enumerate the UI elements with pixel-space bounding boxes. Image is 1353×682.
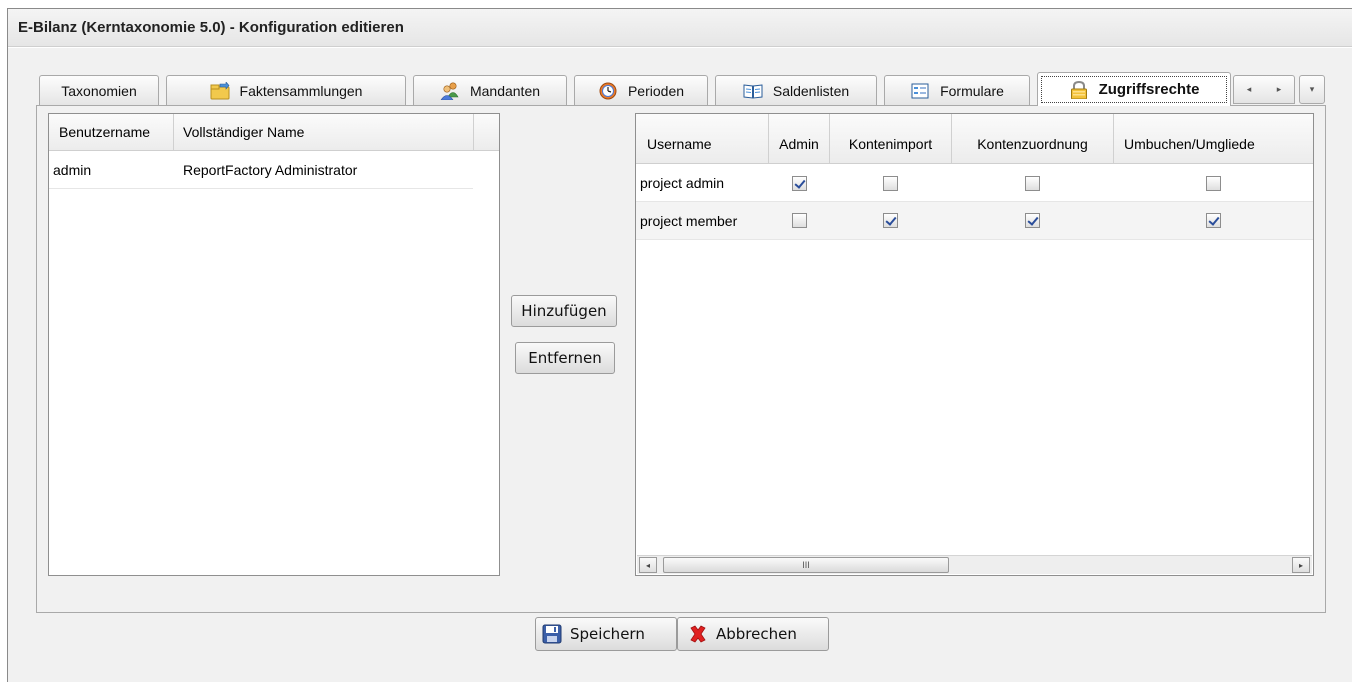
save-icon: [542, 624, 564, 644]
tab-label: Perioden: [627, 83, 685, 99]
folder-export-icon: [210, 81, 230, 100]
checkbox-kontenzuordnung[interactable]: [1025, 213, 1040, 228]
config-tabpanel: Taxonomien Faktensammlungen Mandanten Pe…: [36, 68, 1326, 613]
tab-scroll-left-icon[interactable]: ◂: [1247, 84, 1252, 95]
close-icon: [688, 624, 708, 644]
tab-scroll-right-icon[interactable]: ▸: [1277, 84, 1282, 95]
tab-faktensammlungen[interactable]: Faktensammlungen: [166, 75, 406, 106]
tab-mandanten[interactable]: Mandanten: [413, 75, 567, 106]
checkbox-kontenzuordnung[interactable]: [1025, 175, 1040, 191]
tab-taxonomien[interactable]: Taxonomien: [39, 75, 159, 106]
tab-saldenlisten[interactable]: Saldenlisten: [715, 75, 877, 106]
form-icon: [910, 82, 930, 100]
dialog-titlebar[interactable]: E-Bilanz (Kerntaxonomie 5.0) - Konfigura…: [8, 9, 1352, 47]
tab-label: Taxonomien: [61, 83, 137, 99]
column-header-vollstaendiger-name[interactable]: Vollständiger Name: [174, 114, 474, 150]
scrollbar-thumb[interactable]: III: [663, 557, 949, 573]
table-row[interactable]: project admin: [636, 165, 1313, 202]
tab-label: Saldenlisten: [772, 83, 850, 99]
remove-button[interactable]: Entfernen: [515, 342, 615, 374]
column-header-username[interactable]: Username: [636, 114, 769, 163]
checkbox-admin[interactable]: [792, 175, 807, 191]
table-row[interactable]: admin ReportFactory Administrator: [49, 151, 473, 189]
cancel-button[interactable]: Abbrechen: [677, 617, 829, 651]
column-header-umbuchen[interactable]: Umbuchen/Umgliede: [1114, 114, 1291, 163]
chevron-down-icon: ▾: [1309, 84, 1315, 94]
cell-username: project member: [640, 212, 738, 229]
checkbox-kontenimport[interactable]: [883, 213, 898, 228]
scroll-right-icon[interactable]: ▸: [1292, 557, 1310, 573]
checkbox-admin[interactable]: [792, 213, 807, 228]
users-grid-header: Benutzername Vollständiger Name: [49, 114, 499, 151]
horizontal-scrollbar[interactable]: ◂ III ▸: [637, 555, 1312, 574]
cell-username: project admin: [640, 175, 725, 191]
rights-grid-header: Username Admin Kontenimport Kontenzuordn…: [636, 114, 1313, 164]
checkbox-kontenimport[interactable]: [883, 175, 898, 191]
scroll-left-icon[interactable]: ◂: [639, 557, 657, 573]
column-header-kontenzuordnung[interactable]: Kontenzuordnung: [952, 114, 1114, 163]
users-icon: [440, 82, 460, 101]
tab-menu-button[interactable]: ▾: [1299, 75, 1325, 104]
add-button[interactable]: Hinzufügen: [511, 295, 617, 327]
tab-label: Faktensammlungen: [239, 83, 363, 99]
clock-icon: [598, 82, 618, 100]
save-label: Speichern: [570, 625, 645, 643]
rights-grid: Username Admin Kontenimport Kontenzuordn…: [635, 113, 1314, 576]
dialog-title: E-Bilanz (Kerntaxonomie 5.0) - Konfigura…: [18, 19, 404, 36]
tab-label: Mandanten: [469, 83, 541, 99]
dialog-content: Taxonomien Faktensammlungen Mandanten Pe…: [8, 48, 1352, 682]
dialog-window: E-Bilanz (Kerntaxonomie 5.0) - Konfigura…: [7, 8, 1352, 682]
cancel-label: Abbrechen: [716, 625, 797, 643]
tab-formulare[interactable]: Formulare: [884, 75, 1030, 106]
column-header-kontenimport[interactable]: Kontenimport: [830, 114, 952, 163]
table-row[interactable]: project member: [636, 202, 1313, 240]
checkbox-umbuchen[interactable]: [1206, 175, 1221, 191]
tab-scroller: ◂ ▸: [1233, 75, 1295, 104]
cell-fullname: ReportFactory Administrator: [183, 161, 358, 178]
tab-content-zugriffsrechte: Benutzername Vollständiger Name admin Re…: [36, 105, 1326, 613]
column-header-admin[interactable]: Admin: [769, 114, 830, 163]
column-header-benutzername[interactable]: Benutzername: [49, 114, 174, 150]
tab-label: Formulare: [940, 83, 1004, 99]
tab-strip: Taxonomien Faktensammlungen Mandanten Pe…: [36, 68, 1326, 106]
tab-perioden[interactable]: Perioden: [574, 75, 708, 106]
grip-icon: III: [802, 560, 810, 570]
users-grid: Benutzername Vollständiger Name admin Re…: [48, 113, 500, 576]
save-button[interactable]: Speichern: [535, 617, 677, 651]
checkbox-umbuchen[interactable]: [1206, 213, 1221, 228]
cell-username: admin: [53, 161, 92, 178]
lock-icon: [1069, 80, 1089, 99]
tab-zugriffsrechte[interactable]: Zugriffsrechte: [1037, 72, 1231, 106]
book-icon: [743, 82, 763, 100]
